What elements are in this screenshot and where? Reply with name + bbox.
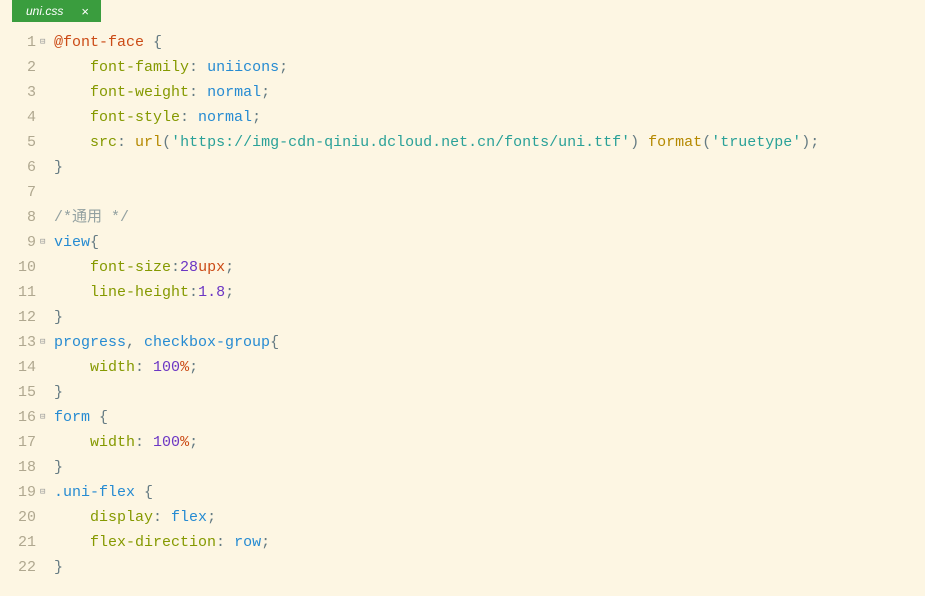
code-line[interactable]: /*通用 */ bbox=[54, 205, 925, 230]
fold-spacer bbox=[40, 180, 54, 205]
line-number: 13 bbox=[0, 330, 36, 355]
code-editor[interactable]: 12345678910111213141516171819202122 ⊟⊟⊟⊟… bbox=[0, 22, 925, 580]
fold-toggle-icon[interactable]: ⊟ bbox=[40, 330, 54, 355]
code-line[interactable]: view{ bbox=[54, 230, 925, 255]
line-number: 8 bbox=[0, 205, 36, 230]
line-number: 19 bbox=[0, 480, 36, 505]
code-line[interactable]: font-family: uniicons; bbox=[54, 55, 925, 80]
line-number: 1 bbox=[0, 30, 36, 55]
fold-spacer bbox=[40, 430, 54, 455]
tab-bar: uni.css × bbox=[0, 0, 925, 22]
code-line[interactable]: width: 100%; bbox=[54, 355, 925, 380]
code-line[interactable]: } bbox=[54, 155, 925, 180]
fold-spacer bbox=[40, 355, 54, 380]
line-number: 2 bbox=[0, 55, 36, 80]
line-number: 20 bbox=[0, 505, 36, 530]
line-number: 22 bbox=[0, 555, 36, 580]
fold-toggle-icon[interactable]: ⊟ bbox=[40, 480, 54, 505]
code-line[interactable]: font-style: normal; bbox=[54, 105, 925, 130]
fold-spacer bbox=[40, 255, 54, 280]
fold-toggle-icon[interactable]: ⊟ bbox=[40, 30, 54, 55]
line-number: 11 bbox=[0, 280, 36, 305]
code-content[interactable]: @font-face { font-family: uniicons; font… bbox=[54, 30, 925, 580]
close-icon[interactable]: × bbox=[77, 4, 93, 19]
tab-filename: uni.css bbox=[26, 4, 63, 18]
fold-spacer bbox=[40, 530, 54, 555]
file-tab[interactable]: uni.css × bbox=[12, 0, 101, 22]
code-line[interactable]: display: flex; bbox=[54, 505, 925, 530]
code-line[interactable]: src: url('https://img-cdn-qiniu.dcloud.n… bbox=[54, 130, 925, 155]
code-line[interactable]: font-size:28upx; bbox=[54, 255, 925, 280]
code-line[interactable]: form { bbox=[54, 405, 925, 430]
line-number-gutter: 12345678910111213141516171819202122 bbox=[0, 30, 40, 580]
fold-spacer bbox=[40, 505, 54, 530]
fold-spacer bbox=[40, 105, 54, 130]
fold-spacer bbox=[40, 155, 54, 180]
line-number: 3 bbox=[0, 80, 36, 105]
line-number: 14 bbox=[0, 355, 36, 380]
line-number: 17 bbox=[0, 430, 36, 455]
fold-spacer bbox=[40, 555, 54, 580]
code-line[interactable]: } bbox=[54, 455, 925, 480]
line-number: 12 bbox=[0, 305, 36, 330]
code-line[interactable]: @font-face { bbox=[54, 30, 925, 55]
line-number: 4 bbox=[0, 105, 36, 130]
fold-spacer bbox=[40, 280, 54, 305]
code-line[interactable]: line-height:1.8; bbox=[54, 280, 925, 305]
line-number: 9 bbox=[0, 230, 36, 255]
line-number: 5 bbox=[0, 130, 36, 155]
line-number: 15 bbox=[0, 380, 36, 405]
line-number: 21 bbox=[0, 530, 36, 555]
fold-spacer bbox=[40, 380, 54, 405]
fold-spacer bbox=[40, 80, 54, 105]
fold-toggle-icon[interactable]: ⊟ bbox=[40, 230, 54, 255]
code-line[interactable]: } bbox=[54, 555, 925, 580]
code-line[interactable] bbox=[54, 180, 925, 205]
fold-spacer bbox=[40, 55, 54, 80]
code-line[interactable]: width: 100%; bbox=[54, 430, 925, 455]
code-line[interactable]: progress, checkbox-group{ bbox=[54, 330, 925, 355]
code-line[interactable]: flex-direction: row; bbox=[54, 530, 925, 555]
fold-spacer bbox=[40, 205, 54, 230]
line-number: 7 bbox=[0, 180, 36, 205]
fold-gutter: ⊟ ⊟ ⊟ ⊟ ⊟ bbox=[40, 30, 54, 580]
line-number: 18 bbox=[0, 455, 36, 480]
code-line[interactable]: font-weight: normal; bbox=[54, 80, 925, 105]
line-number: 10 bbox=[0, 255, 36, 280]
fold-spacer bbox=[40, 455, 54, 480]
line-number: 16 bbox=[0, 405, 36, 430]
code-line[interactable]: } bbox=[54, 380, 925, 405]
fold-spacer bbox=[40, 130, 54, 155]
line-number: 6 bbox=[0, 155, 36, 180]
fold-toggle-icon[interactable]: ⊟ bbox=[40, 405, 54, 430]
code-line[interactable]: .uni-flex { bbox=[54, 480, 925, 505]
code-line[interactable]: } bbox=[54, 305, 925, 330]
fold-spacer bbox=[40, 305, 54, 330]
